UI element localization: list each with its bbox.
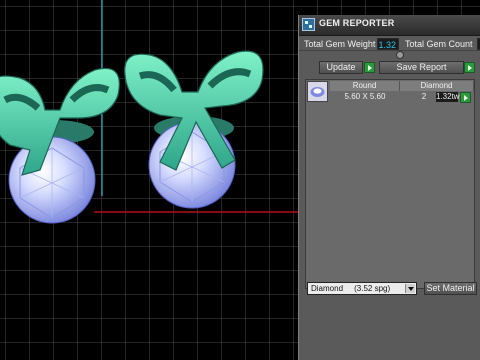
round-gem-thumbnail-icon [307, 81, 328, 102]
update-button[interactable]: Update [319, 61, 363, 74]
total-gem-count-label: Total Gem Count [405, 39, 473, 49]
material-select-value: Diamond (3.52 spg) [311, 284, 391, 293]
gem-reporter-icon [302, 18, 315, 31]
gem-list[interactable]: Round Diamond 5.60 X 5.60 2 1.32tw [305, 79, 475, 289]
table-row[interactable]: 5.60 X 5.60 2 1.32tw [306, 80, 474, 104]
gem-count-cell: 2 [421, 92, 427, 101]
divider [299, 50, 480, 51]
gem-size-cell: 5.60 X 5.60 [344, 92, 386, 101]
panel-title-bar[interactable]: GEM REPORTER [299, 15, 480, 36]
update-go-icon[interactable] [364, 62, 375, 73]
material-select[interactable]: Diamond (3.52 spg) [307, 282, 417, 295]
save-report-go-icon[interactable] [464, 62, 475, 73]
gem-weight-cell: 1.32tw [436, 92, 460, 102]
row-go-icon[interactable] [460, 92, 471, 103]
panel-title: GEM REPORTER [319, 18, 395, 28]
chevron-down-icon[interactable] [405, 284, 415, 293]
collapse-handle-icon[interactable] [396, 51, 404, 59]
gem-reporter-panel: GEM REPORTER Total Gem Weight 1.32 Total… [298, 15, 480, 360]
save-report-button[interactable]: Save Report [379, 61, 464, 74]
total-gem-weight-label: Total Gem Weight [304, 39, 376, 49]
set-material-button[interactable]: Set Material [424, 282, 477, 295]
total-gem-weight-field: 1.32 [377, 38, 399, 50]
